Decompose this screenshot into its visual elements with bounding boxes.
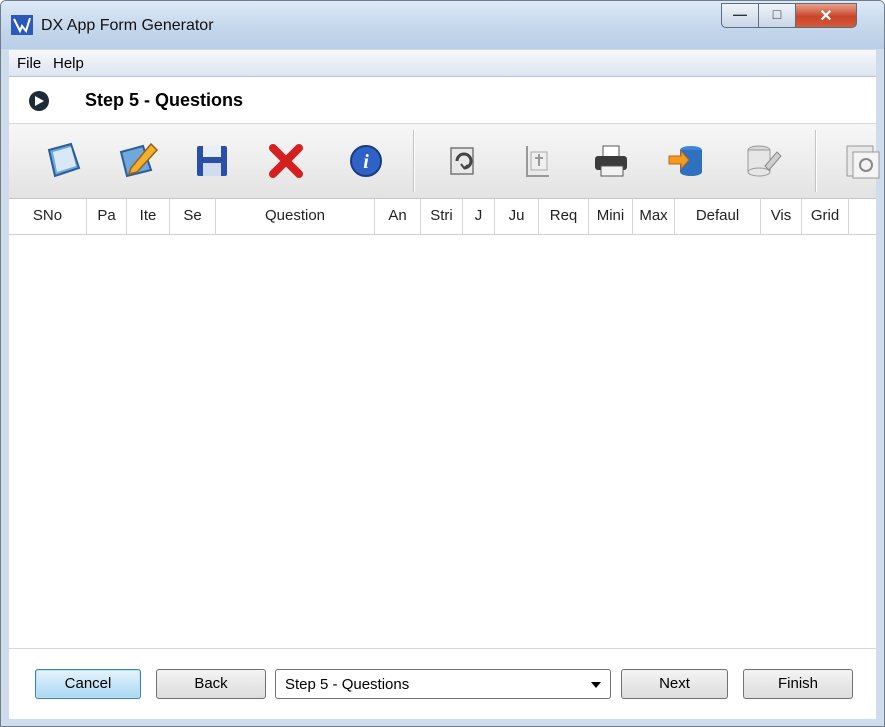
cancel-button[interactable]: Cancel: [35, 669, 141, 699]
database-export-icon[interactable]: [665, 138, 711, 184]
maximize-button[interactable]: □: [758, 3, 796, 28]
column-header-mini[interactable]: Mini: [589, 199, 633, 234]
column-header-stri[interactable]: Stri: [421, 199, 463, 234]
close-icon: ✕: [819, 8, 833, 25]
back-button[interactable]: Back: [156, 669, 266, 699]
toolbar-separator: [815, 130, 817, 192]
column-header-req[interactable]: Req: [539, 199, 589, 234]
column-header-vis[interactable]: Vis: [761, 199, 802, 234]
wizard-footer: Cancel Back Step 5 - Questions Next Fini…: [9, 648, 876, 719]
column-header-sno[interactable]: SNo: [9, 199, 87, 234]
finish-button[interactable]: Finish: [743, 669, 853, 699]
grid-header: SNo Pa Ite Se Question An Stri J Ju Req …: [9, 199, 876, 235]
questions-grid[interactable]: [9, 235, 876, 647]
next-button[interactable]: Next: [621, 669, 728, 699]
import-icon[interactable]: [515, 138, 561, 184]
new-icon[interactable]: [41, 138, 87, 184]
close-button[interactable]: ✕: [795, 3, 857, 28]
column-header-question[interactable]: Question: [216, 199, 375, 234]
menu-file[interactable]: File: [17, 55, 41, 72]
toolbar-separator: [413, 130, 415, 192]
column-header-default[interactable]: Defaul: [675, 199, 761, 234]
app-window: DX App Form Generator — □ ✕ File Help St…: [0, 0, 885, 727]
column-header-ite[interactable]: Ite: [127, 199, 170, 234]
refresh-icon[interactable]: [439, 138, 485, 184]
svg-text:i: i: [363, 151, 369, 173]
step-header: Step 5 - Questions: [9, 77, 876, 124]
column-header-max[interactable]: Max: [633, 199, 675, 234]
info-icon[interactable]: i: [343, 138, 389, 184]
column-header-j[interactable]: J: [463, 199, 495, 234]
database-edit-icon[interactable]: [739, 138, 785, 184]
menu-bar: File Help: [9, 50, 876, 77]
column-header-pa[interactable]: Pa: [87, 199, 127, 234]
column-header-an[interactable]: An: [375, 199, 421, 234]
delete-icon[interactable]: [263, 138, 309, 184]
edit-icon[interactable]: [115, 138, 161, 184]
step-title: Step 5 - Questions: [85, 90, 244, 110]
column-header-ju[interactable]: Ju: [495, 199, 539, 234]
step-select-value: Step 5 - Questions: [285, 676, 410, 693]
window-title: DX App Form Generator: [41, 17, 214, 34]
chevron-down-icon[interactable]: [591, 682, 601, 688]
app-icon: [11, 15, 33, 35]
title-bar[interactable]: DX App Form Generator — □ ✕: [1, 1, 884, 49]
print-icon[interactable]: [589, 138, 635, 184]
minimize-button[interactable]: —: [721, 3, 759, 28]
step-select[interactable]: Step 5 - Questions: [275, 669, 611, 699]
save-icon[interactable]: [189, 138, 235, 184]
column-header-grid[interactable]: Grid: [802, 199, 849, 234]
column-header-se[interactable]: Se: [170, 199, 216, 234]
wizard-content: Step 5 - Questions i SNo Pa Ite Se Quest…: [9, 77, 880, 719]
report-icon[interactable]: [839, 138, 884, 184]
arrow-right-circle-icon: [29, 91, 49, 111]
minimize-icon: —: [733, 6, 747, 22]
menu-help[interactable]: Help: [53, 55, 84, 72]
maximize-icon: □: [772, 6, 782, 22]
toolbar: i: [9, 124, 880, 199]
